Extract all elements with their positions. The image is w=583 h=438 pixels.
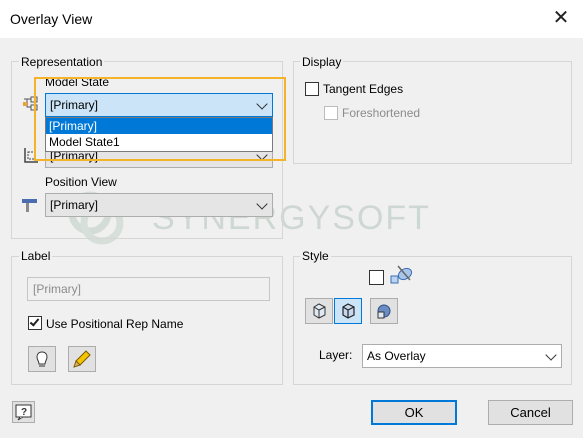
representation-group-label: Representation xyxy=(19,55,105,69)
color-palette-icon[interactable] xyxy=(389,263,415,287)
window-title: Overlay View xyxy=(10,11,93,27)
position-view-value: [Primary] xyxy=(50,198,98,212)
foreshortened-checkbox[interactable] xyxy=(324,106,338,120)
help-button[interactable]: ? xyxy=(12,401,35,423)
from-base-icon xyxy=(377,304,391,319)
label-group-label: Label xyxy=(19,249,53,263)
check-icon xyxy=(29,316,40,327)
layer-combo[interactable]: As Overlay xyxy=(362,344,562,368)
label-style-button[interactable] xyxy=(28,346,56,372)
svg-text:?: ? xyxy=(21,407,27,418)
tangent-edges-checkbox[interactable] xyxy=(305,82,319,96)
style-group-label: Style xyxy=(300,249,331,263)
shaded-edges-cube-icon xyxy=(342,303,355,319)
style-shaded-button[interactable] xyxy=(305,298,333,324)
style-color-checkbox[interactable] xyxy=(369,270,384,285)
chevron-down-icon xyxy=(256,198,268,210)
layer-label: Layer: xyxy=(319,348,353,362)
style-shaded-edges-button[interactable] xyxy=(334,298,362,324)
position-view-label: Position View xyxy=(45,175,117,189)
label-text-field[interactable]: [Primary] xyxy=(27,277,270,301)
use-positional-rep-name-checkbox[interactable] xyxy=(28,316,42,330)
highlight-frame xyxy=(34,77,286,161)
tangent-edges-label: Tangent Edges xyxy=(323,82,404,96)
layer-value: As Overlay xyxy=(367,349,426,363)
display-group-label: Display xyxy=(300,55,344,69)
foreshortened-label: Foreshortened xyxy=(342,106,421,120)
cancel-button[interactable]: Cancel xyxy=(488,400,573,425)
position-view-icon xyxy=(20,196,40,214)
help-icon: ? xyxy=(15,404,32,421)
shaded-cube-icon xyxy=(313,303,326,319)
pencil-icon xyxy=(73,350,91,368)
label-highlight-button[interactable] xyxy=(68,346,96,372)
bulb-outline-icon xyxy=(36,351,48,367)
style-from-base-button[interactable] xyxy=(370,298,398,324)
close-icon[interactable]: ✕ xyxy=(551,8,571,28)
chevron-down-icon xyxy=(545,349,557,361)
ok-button[interactable]: OK xyxy=(371,400,457,425)
position-view-combo[interactable]: [Primary] xyxy=(45,193,273,217)
use-positional-rep-name-label: Use Positional Rep Name xyxy=(46,317,184,331)
